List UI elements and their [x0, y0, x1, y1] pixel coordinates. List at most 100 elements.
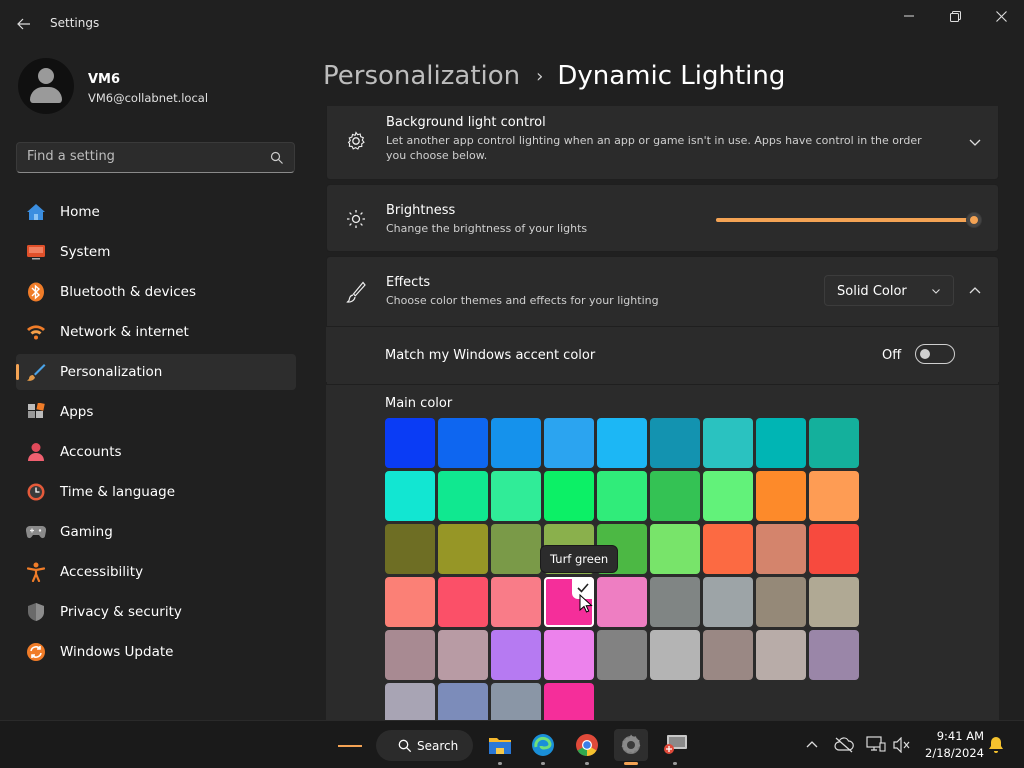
- color-swatch[interactable]: [491, 630, 541, 680]
- onedrive-tray-icon[interactable]: [834, 735, 854, 755]
- color-swatch[interactable]: [385, 471, 435, 521]
- network-tray-icon[interactable]: [866, 735, 886, 755]
- search-icon: [398, 739, 412, 753]
- color-swatch[interactable]: [809, 577, 859, 627]
- sidebar-item-apps[interactable]: Apps: [16, 394, 296, 430]
- brightness-slider-track[interactable]: [716, 218, 974, 222]
- color-swatch[interactable]: [650, 418, 700, 468]
- color-swatch[interactable]: [385, 524, 435, 574]
- color-swatch[interactable]: [438, 418, 488, 468]
- color-swatch[interactable]: [438, 683, 488, 720]
- sidebar-item-windows-update[interactable]: Windows Update: [16, 634, 296, 670]
- color-swatch[interactable]: [544, 471, 594, 521]
- settings-window: Settings VM6 VM6@collabnet.local Home Sy…: [0, 0, 1024, 768]
- clock-time[interactable]: 9:41 AM: [924, 729, 984, 743]
- background-light-control-card[interactable]: Background light control Let another app…: [326, 106, 999, 180]
- color-swatch[interactable]: [491, 683, 541, 720]
- effect-dropdown[interactable]: Solid Color: [824, 275, 954, 306]
- taskbar-remote-desktop[interactable]: [658, 729, 692, 765]
- color-swatch[interactable]: [756, 577, 806, 627]
- chrome-icon: [576, 734, 598, 756]
- sidebar-item-system[interactable]: System: [16, 234, 296, 270]
- color-swatch[interactable]: [703, 471, 753, 521]
- sidebar-item-personalization[interactable]: Personalization: [16, 354, 296, 390]
- color-swatch[interactable]: [544, 418, 594, 468]
- color-swatch[interactable]: [438, 577, 488, 627]
- color-swatch[interactable]: [809, 630, 859, 680]
- color-swatch[interactable]: [385, 683, 435, 720]
- accent-match-state: Off: [882, 348, 902, 363]
- color-swatch[interactable]: [809, 418, 859, 468]
- show-hidden-icons-button[interactable]: [802, 735, 822, 755]
- color-swatch[interactable]: [756, 418, 806, 468]
- sidebar-item-bluetooth[interactable]: Bluetooth & devices: [16, 274, 296, 310]
- color-swatch[interactable]: [597, 471, 647, 521]
- color-swatch[interactable]: [597, 577, 647, 627]
- color-swatch[interactable]: [756, 471, 806, 521]
- sidebar-item-label: Apps: [60, 404, 94, 420]
- sidebar-item-network[interactable]: Network & internet: [16, 314, 296, 350]
- color-swatch[interactable]: [809, 471, 859, 521]
- color-swatch[interactable]: [650, 524, 700, 574]
- clock-date[interactable]: 2/18/2024: [918, 746, 984, 760]
- taskbar-file-explorer[interactable]: [483, 729, 517, 765]
- sidebar-item-gaming[interactable]: Gaming: [16, 514, 296, 550]
- color-swatch[interactable]: [809, 524, 859, 574]
- color-swatch[interactable]: [597, 418, 647, 468]
- notifications-button[interactable]: [986, 735, 1006, 755]
- color-swatch[interactable]: [544, 683, 594, 720]
- minimize-button[interactable]: [886, 0, 932, 32]
- effect-dropdown-value: Solid Color: [837, 284, 907, 299]
- breadcrumb-parent[interactable]: Personalization: [323, 61, 520, 91]
- taskbar-search[interactable]: Search: [376, 730, 473, 761]
- color-swatch[interactable]: [491, 418, 541, 468]
- color-swatch[interactable]: [491, 577, 541, 627]
- color-swatch[interactable]: [756, 630, 806, 680]
- color-swatch[interactable]: [385, 577, 435, 627]
- close-icon: [995, 10, 1007, 22]
- network-icon: [866, 736, 886, 752]
- color-swatch[interactable]: [491, 471, 541, 521]
- volume-tray-icon[interactable]: [892, 735, 912, 755]
- search-icon[interactable]: [270, 151, 284, 165]
- sidebar-item-privacy[interactable]: Privacy & security: [16, 594, 296, 630]
- taskbar-settings[interactable]: [614, 729, 648, 765]
- mouse-cursor-icon: [579, 594, 593, 613]
- color-swatch[interactable]: [650, 471, 700, 521]
- taskbar-chrome[interactable]: [570, 729, 604, 765]
- color-swatch[interactable]: [650, 577, 700, 627]
- color-swatch[interactable]: [438, 630, 488, 680]
- settings-search[interactable]: [16, 142, 295, 173]
- effects-title: Effects: [386, 275, 431, 290]
- sidebar-item-label: Bluetooth & devices: [60, 284, 197, 300]
- user-profile[interactable]: VM6 VM6@collabnet.local: [18, 58, 298, 118]
- maximize-button[interactable]: [932, 0, 978, 32]
- sidebar-item-accessibility[interactable]: Accessibility: [16, 554, 296, 590]
- color-swatch[interactable]: [438, 524, 488, 574]
- color-swatch[interactable]: [597, 630, 647, 680]
- color-swatch[interactable]: [703, 577, 753, 627]
- sidebar-item-home[interactable]: Home: [16, 194, 296, 230]
- brightness-slider-thumb[interactable]: [966, 212, 982, 228]
- search-input[interactable]: [27, 149, 257, 164]
- close-button[interactable]: [978, 0, 1024, 32]
- sidebar-item-time-language[interactable]: Time & language: [16, 474, 296, 510]
- color-swatch[interactable]: [491, 524, 541, 574]
- accent-match-toggle[interactable]: [915, 344, 955, 364]
- main-color-label: Main color: [385, 396, 453, 411]
- chevron-down-icon[interactable]: [968, 135, 982, 149]
- color-swatch[interactable]: [385, 630, 435, 680]
- color-swatch[interactable]: [756, 524, 806, 574]
- color-swatch[interactable]: [438, 471, 488, 521]
- color-swatch[interactable]: [703, 418, 753, 468]
- color-swatch[interactable]: [544, 630, 594, 680]
- color-swatch[interactable]: [650, 630, 700, 680]
- sidebar-item-accounts[interactable]: Accounts: [16, 434, 296, 470]
- color-swatch[interactable]: [703, 524, 753, 574]
- effects-collapse-button[interactable]: [961, 279, 989, 303]
- brightness-card: Brightness Change the brightness of your…: [326, 184, 999, 252]
- back-button[interactable]: [10, 10, 38, 38]
- color-swatch[interactable]: [703, 630, 753, 680]
- color-swatch[interactable]: [385, 418, 435, 468]
- taskbar-edge[interactable]: [526, 729, 560, 765]
